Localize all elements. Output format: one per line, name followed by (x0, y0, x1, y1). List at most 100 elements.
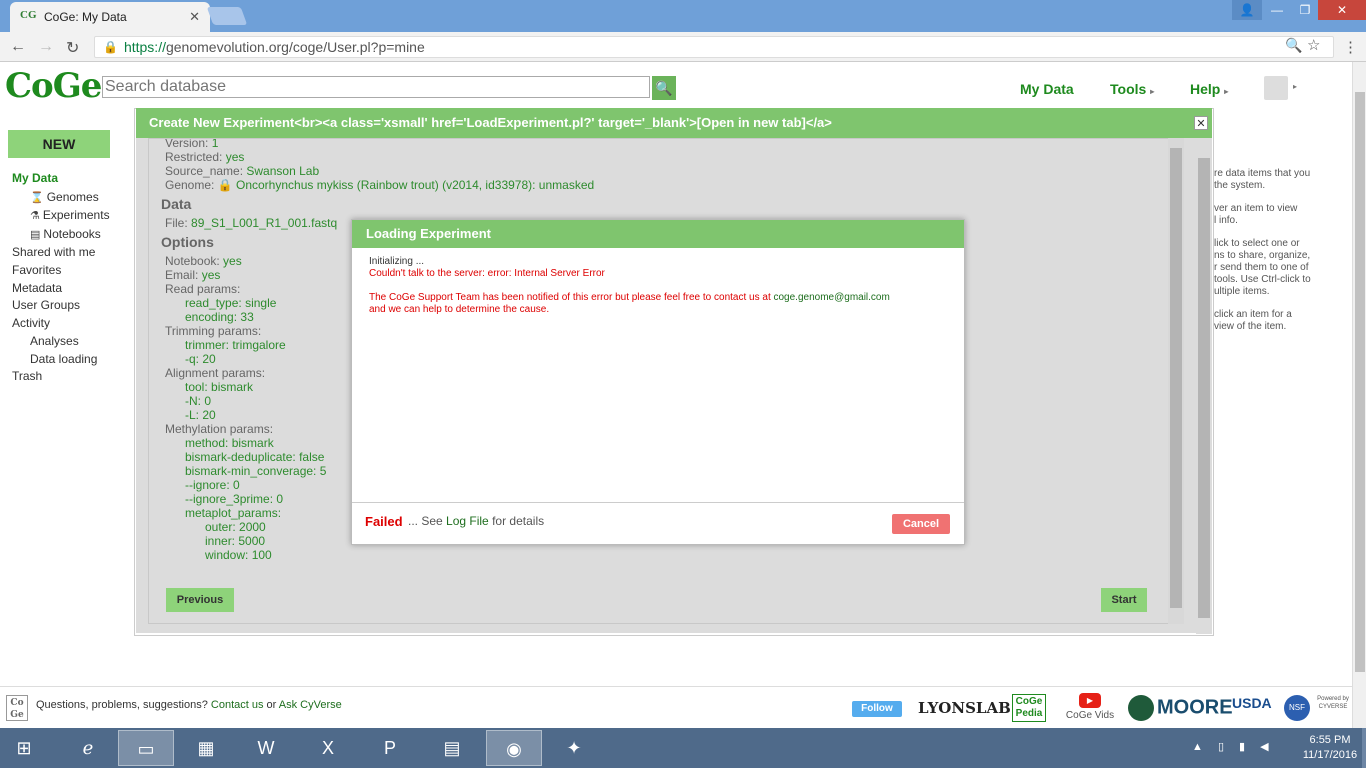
genome-label: Genome: (165, 178, 215, 192)
zoom-search-icon[interactable]: 🔍 (1285, 37, 1302, 54)
excel-icon[interactable]: X (300, 730, 356, 766)
url-text: https://genomevolution.org/coge/User.pl?… (124, 39, 425, 55)
email-row: Email: yes (165, 268, 220, 282)
page-scrollbar[interactable] (1352, 62, 1366, 728)
browser-menu-icon[interactable]: ⋮ (1343, 38, 1358, 56)
sidebar-item-label: Genomes (46, 190, 99, 204)
new-button[interactable]: NEW (8, 130, 110, 158)
help-text: tools. Use Ctrl-click to (1214, 274, 1311, 285)
app-bird-icon[interactable]: ✦ (546, 730, 602, 766)
site-header: CoGe 🔍 My Data Tools ▸ Help ▸ ▸ (0, 62, 1352, 110)
browser-tab-coge-my-data[interactable]: CG CoGe: My Data ✕ (10, 2, 210, 32)
n-row: -N: 0 (185, 394, 211, 408)
nav-my-data[interactable]: My Data (1020, 81, 1074, 97)
loading-experiment-dialog: Loading Experiment Initializing ... Coul… (351, 219, 965, 545)
excel-store-icon[interactable]: ▦ (178, 730, 234, 766)
calculator-icon[interactable]: ▤ (424, 730, 480, 766)
read-type-label: read_type: (185, 296, 242, 310)
version-value: 1 (211, 138, 219, 150)
chrome-icon[interactable]: ◉ (486, 730, 542, 766)
window-label: window: (205, 548, 249, 562)
dedup-value: false (299, 450, 325, 464)
cancel-button[interactable]: Cancel (892, 514, 950, 534)
start-button[interactable]: Start (1101, 588, 1147, 612)
notebook-row: Notebook: yes (165, 254, 242, 268)
cyverse-logo[interactable]: Powered by CYVERSE (1314, 695, 1352, 711)
file-explorer-icon[interactable]: ▭ (118, 730, 174, 766)
tab-close-icon[interactable]: ✕ (189, 9, 200, 25)
nsf-logo[interactable]: NSF (1284, 695, 1310, 721)
previous-button[interactable]: Previous (166, 588, 234, 612)
reload-icon[interactable]: ↻ (66, 38, 79, 58)
window-close-icon[interactable]: ✕ (1318, 0, 1366, 20)
sidebar-item-shared[interactable]: Shared with me (12, 245, 95, 259)
sidebar-item-notebooks[interactable]: ▤ Notebooks (30, 227, 101, 241)
source-value: Swanson Lab (246, 164, 320, 178)
status-detail: ... See Log File for details (408, 514, 544, 528)
search-input[interactable] (102, 76, 650, 98)
maximize-icon[interactable]: ❐ (1290, 0, 1320, 20)
sidebar-item-analyses[interactable]: Analyses (30, 334, 79, 348)
word-icon[interactable]: W (238, 730, 294, 766)
show-desktop-button[interactable] (1362, 728, 1366, 768)
sidebar-item-experiments[interactable]: ⚗ Experiments (30, 208, 110, 222)
dialog-scrollbar[interactable] (1168, 138, 1184, 624)
caret-right-icon[interactable]: ▸ (1293, 82, 1297, 91)
trimmer-row: trimmer: trimgalore (185, 338, 286, 352)
lyonslab-logo[interactable]: LYONSLAB (918, 699, 1011, 717)
avatar[interactable] (1264, 76, 1288, 100)
inner-row: inner: 5000 (205, 534, 265, 548)
genome-value[interactable]: Oncorhynchus mykiss (Rainbow trout) (v20… (236, 178, 594, 192)
sidebar-item-user-groups[interactable]: User Groups (12, 298, 80, 312)
powerpoint-icon[interactable]: P (362, 730, 418, 766)
support-text-b: and we can help to determine the cause. (369, 304, 550, 315)
cogepedia-logo[interactable]: CoGe Pedia (1012, 694, 1046, 722)
loading-log: Initializing ... Couldn't talk to the se… (369, 256, 949, 316)
moore-foundation-logo[interactable]: MOORE (1128, 695, 1233, 721)
usda-logo[interactable]: USDA (1232, 695, 1272, 711)
twitter-follow-button[interactable]: Follow (852, 701, 902, 717)
sidebar-item-favorites[interactable]: Favorites (12, 263, 61, 277)
l-value: 20 (202, 408, 216, 422)
outer-scrollbar-thumb[interactable] (1198, 158, 1210, 618)
search-icon[interactable]: 🔍 (652, 76, 676, 100)
tool-row: tool: bismark (185, 380, 253, 394)
sidebar-item-metadata[interactable]: Metadata (12, 281, 62, 295)
bookmark-star-icon[interactable]: ☆ (1307, 36, 1320, 54)
coge-vids-link[interactable]: ▶ CoGe Vids (1060, 693, 1120, 721)
help-text: lick to select one or (1214, 238, 1300, 249)
back-arrow-icon[interactable]: ← (10, 38, 26, 56)
genome-row: Genome: 🔒 Oncorhynchus mykiss (Rainbow t… (165, 178, 594, 192)
ask-cyverse-link[interactable]: Ask CyVerse (279, 699, 342, 711)
nav-help[interactable]: Help ▸ (1190, 81, 1228, 97)
internet-explorer-icon[interactable]: ℯ (60, 730, 116, 766)
minimize-icon[interactable]: — (1262, 0, 1292, 20)
page-scrollbar-thumb[interactable] (1355, 92, 1365, 672)
windows-start-icon[interactable]: ⊞ (4, 730, 44, 766)
url-field[interactable]: 🔒 https://genomevolution.org/coge/User.p… (94, 36, 1334, 58)
close-icon[interactable]: ✕ (1194, 116, 1208, 130)
lock-icon: 🔒 (217, 178, 233, 192)
new-tab-button[interactable] (206, 7, 248, 25)
dialog-scrollbar-thumb[interactable] (1170, 148, 1182, 608)
coge-logo[interactable]: CoGe (5, 69, 102, 103)
tray-icons[interactable]: ▲ ▯ ▮ ◀ (1192, 740, 1275, 753)
clock[interactable]: 6:55 PM 11/17/2016 (1296, 733, 1364, 763)
q-label: -q: (185, 352, 200, 366)
sidebar-item-trash[interactable]: Trash (12, 369, 42, 383)
nav-tools[interactable]: Tools ▸ (1110, 81, 1154, 97)
outer-scrollbar[interactable] (1196, 148, 1212, 634)
contact-us-link[interactable]: Contact us (211, 699, 264, 711)
l-label: -L: (185, 408, 200, 422)
user-profile-icon[interactable]: 👤 (1232, 0, 1262, 20)
trimmer-label: trimmer: (185, 338, 229, 352)
sidebar-item-data-loading[interactable]: Data loading (30, 352, 97, 366)
help-text: view of the item. (1214, 321, 1287, 332)
sidebar-item-my-data[interactable]: My Data (12, 171, 58, 185)
sidebar-item-activity[interactable]: Activity (12, 316, 50, 330)
sidebar-item-genomes[interactable]: ⌛ Genomes (30, 190, 99, 204)
trimmer-value: trimgalore (232, 338, 286, 352)
support-email-link[interactable]: coge.genome@gmail.com (774, 292, 890, 303)
forward-arrow-icon[interactable]: → (38, 38, 54, 56)
log-file-link[interactable]: Log File (446, 514, 489, 528)
